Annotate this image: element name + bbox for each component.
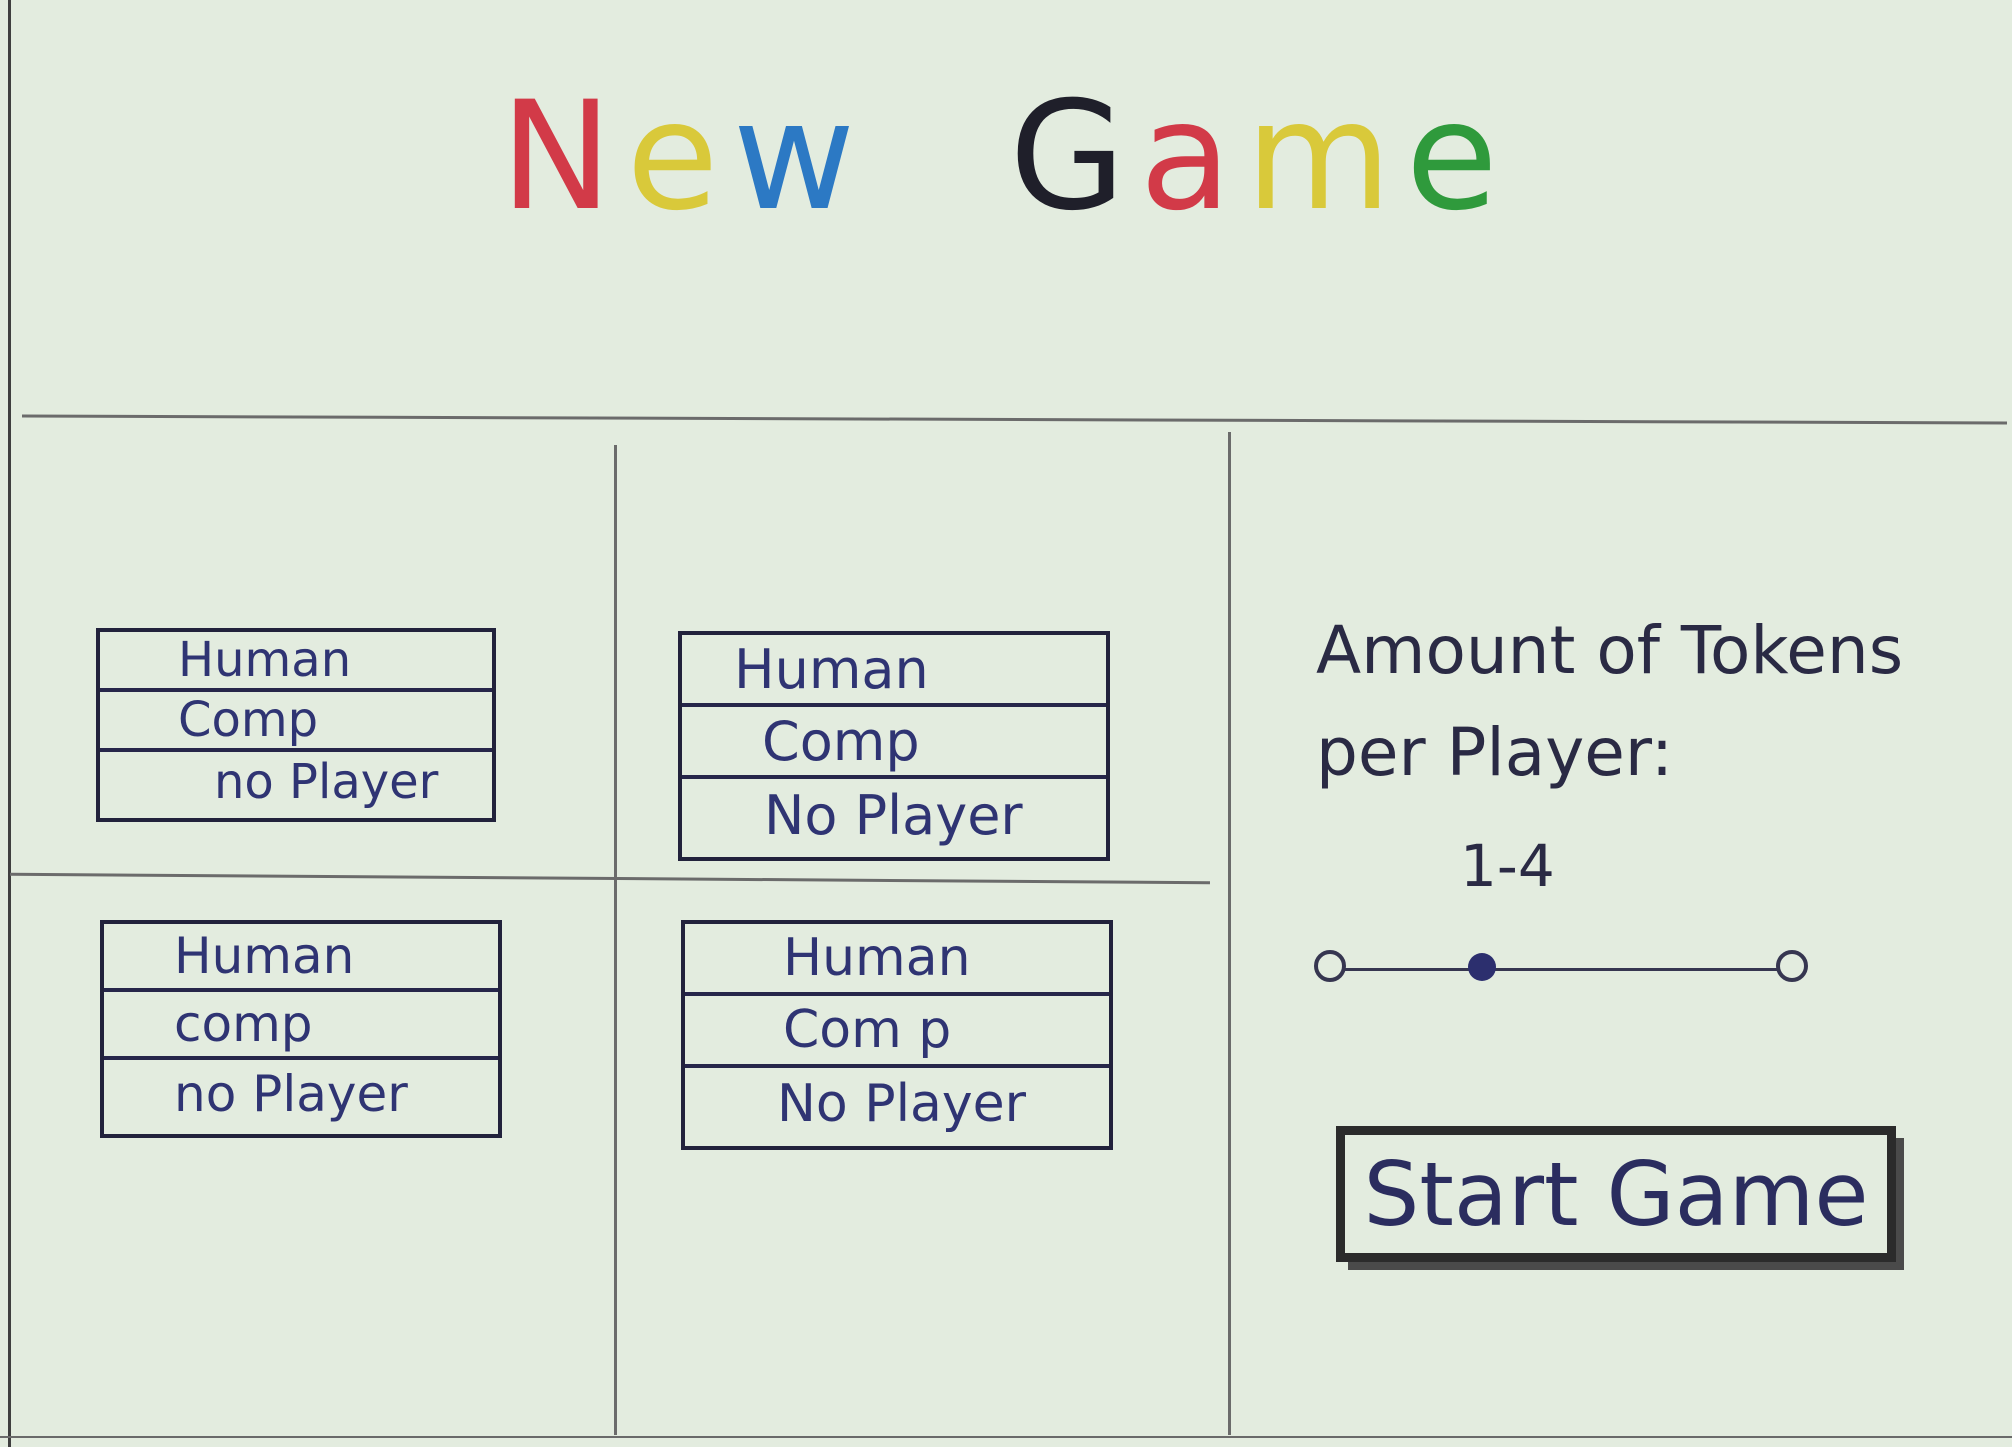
player-2-option-human[interactable]: Human — [682, 635, 1106, 707]
column-divider-2 — [1228, 432, 1231, 1435]
player-4-select[interactable]: Human Com p No Player — [681, 920, 1113, 1150]
player-3-select[interactable]: Human comp no Player — [100, 920, 502, 1138]
player-2-option-comp[interactable]: Comp — [682, 707, 1106, 779]
title-word-new: New — [500, 70, 870, 244]
page-title: New Game — [0, 70, 2012, 244]
tokens-slider[interactable] — [1310, 940, 1810, 1000]
player-3-option-no-player[interactable]: no Player — [104, 1060, 498, 1128]
paper-bottom-edge — [0, 1436, 2012, 1438]
row-divider — [10, 872, 1210, 885]
player-4-option-human[interactable]: Human — [685, 924, 1109, 996]
tokens-label-line-1: Amount of Tokens — [1316, 612, 1904, 689]
tokens-label-line-2: per Player: — [1316, 714, 1674, 791]
slider-max-stop[interactable] — [1776, 950, 1808, 982]
player-4-option-no-player[interactable]: No Player — [685, 1068, 1109, 1140]
header-divider — [22, 414, 2007, 425]
player-3-option-comp[interactable]: comp — [104, 992, 498, 1060]
slider-min-stop[interactable] — [1314, 950, 1346, 982]
player-1-select[interactable]: Human Comp no Player — [96, 628, 496, 822]
player-3-option-human[interactable]: Human — [104, 924, 498, 992]
slider-track[interactable] — [1328, 968, 1790, 971]
player-1-option-human[interactable]: Human — [100, 632, 492, 692]
player-1-option-comp[interactable]: Comp — [100, 692, 492, 752]
tokens-range-text: 1-4 — [1460, 832, 1555, 900]
player-2-select[interactable]: Human Comp No Player — [678, 631, 1110, 861]
start-game-button[interactable]: Start Game — [1336, 1126, 1896, 1262]
player-4-option-comp[interactable]: Com p — [685, 996, 1109, 1068]
tokens-per-player-label: Amount of Tokens per Player: — [1316, 600, 1916, 804]
slider-thumb[interactable] — [1468, 953, 1496, 981]
column-divider-1 — [614, 445, 617, 1435]
player-2-option-no-player[interactable]: No Player — [682, 779, 1106, 851]
player-1-option-no-player[interactable]: no Player — [100, 752, 492, 812]
title-word-game: Game — [1009, 70, 1512, 244]
